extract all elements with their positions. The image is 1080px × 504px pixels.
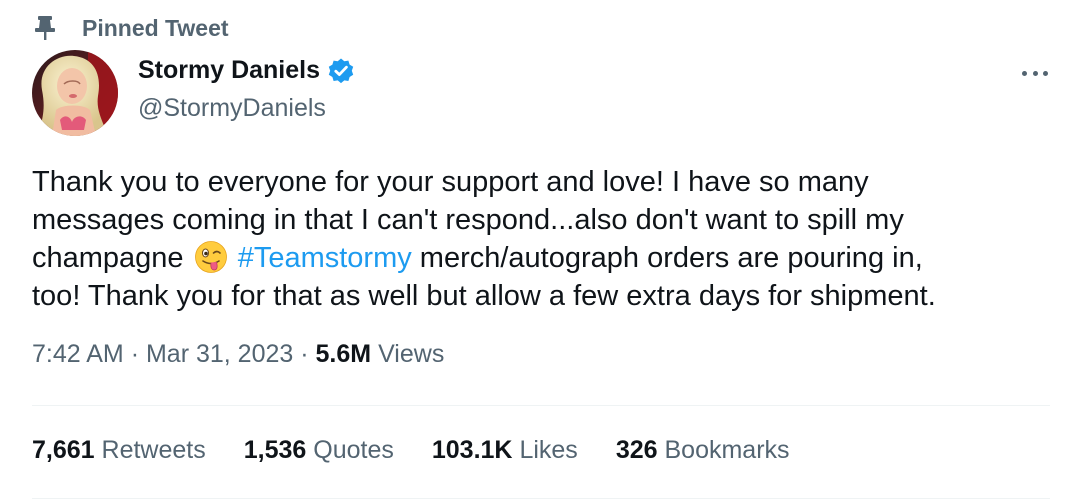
stat-label: Quotes — [313, 436, 394, 464]
tweet-line: champagne #Teamstormy merch/autograph or… — [32, 239, 1062, 277]
avatar[interactable] — [32, 50, 118, 136]
stat-count: 7,661 — [32, 436, 95, 464]
meta-separator: · — [300, 340, 309, 368]
stat-count: 1,536 — [243, 436, 307, 464]
views-label: Views — [378, 340, 445, 368]
author-name[interactable]: Stormy Daniels — [138, 56, 355, 85]
tweet-time[interactable]: 7:42 AM — [32, 340, 124, 368]
divider — [32, 405, 1050, 406]
tweet-line: too! Thank you for that as well but allo… — [32, 280, 936, 312]
tweet-text-fragment: merch/autograph orders are pouring in, — [419, 242, 923, 274]
retweets-stat[interactable]: 7,661 Retweets — [32, 436, 206, 465]
tweet-meta: 7:42 AM · Mar 31, 2023 · 5.6M Views — [32, 340, 444, 369]
winking-face-with-tongue-icon — [194, 240, 228, 274]
stat-label: Likes — [519, 436, 578, 464]
divider — [32, 498, 1050, 499]
tweet-text-fragment: champagne — [32, 242, 184, 274]
tweet-line: messages coming in that I can't respond.… — [32, 204, 904, 236]
stat-count: 326 — [615, 436, 658, 464]
more-dot-icon — [1022, 70, 1027, 76]
meta-separator: · — [130, 340, 140, 368]
more-dot-icon — [1032, 70, 1038, 76]
tweet-text: Thank you to everyone for your support a… — [32, 163, 1062, 315]
pin-icon — [34, 15, 56, 41]
pinned-indicator: Pinned Tweet — [34, 12, 229, 44]
bookmarks-stat[interactable]: 326 Bookmarks — [616, 436, 790, 465]
stat-label: Bookmarks — [664, 436, 790, 464]
engagement-stats: 7,661 Retweets 1,536 Quotes 103.1K Likes… — [32, 436, 828, 465]
tweet-date[interactable]: Mar 31, 2023 — [146, 340, 293, 368]
stat-count: 103.1K — [431, 436, 513, 464]
more-options-button[interactable] — [1022, 58, 1048, 88]
views-count: 5.6M — [315, 340, 372, 368]
stat-label: Retweets — [101, 436, 206, 464]
tweet-line: Thank you to everyone for your support a… — [32, 166, 869, 198]
hashtag-link[interactable]: #Teamstormy — [238, 242, 412, 274]
verified-badge-icon[interactable] — [327, 57, 355, 85]
author-name-text[interactable]: Stormy Daniels — [138, 56, 320, 85]
author-handle[interactable]: @StormyDaniels — [138, 94, 326, 123]
quotes-stat[interactable]: 1,536 Quotes — [244, 436, 394, 465]
more-dot-icon — [1043, 70, 1048, 76]
pinned-label: Pinned Tweet — [82, 14, 229, 41]
likes-stat[interactable]: 103.1K Likes — [432, 436, 578, 465]
